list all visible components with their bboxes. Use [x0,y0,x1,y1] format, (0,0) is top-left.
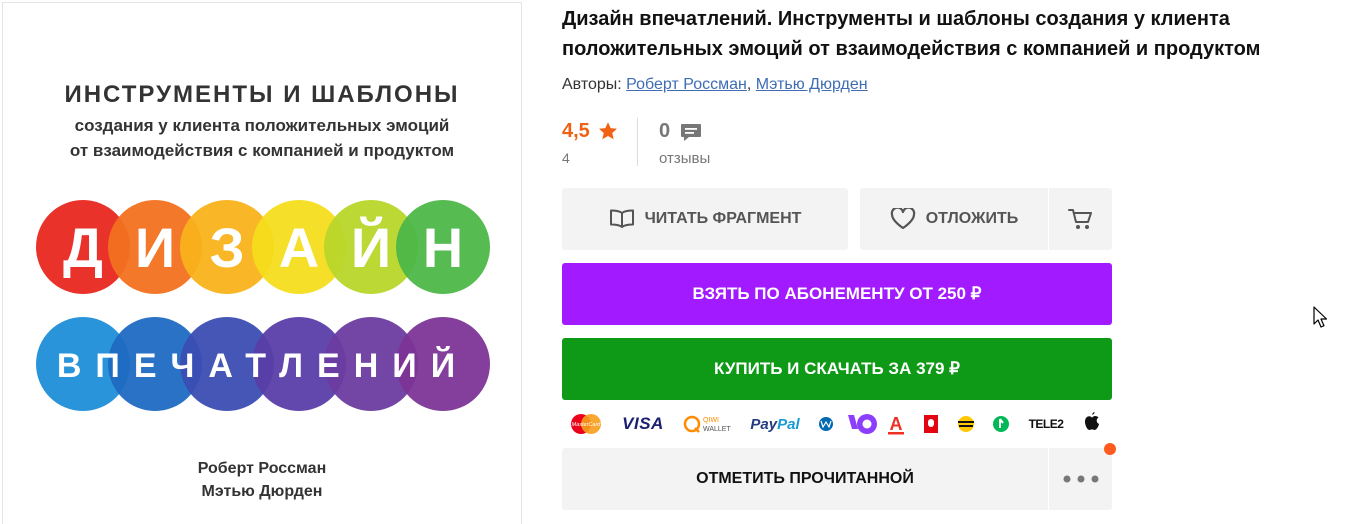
cover-word2: ВПЕЧАТЛЕНИЙ [57,346,469,385]
mts-icon [924,415,938,433]
cover-word1-letter: З [209,216,244,279]
cover-word1-letter: Н [423,216,463,279]
notification-dot [1104,443,1116,455]
cover-art: ДИЗАЙН ВПЕЧАТЛЕНИЙ [36,200,490,411]
book-cover[interactable]: ИНСТРУМЕНТЫ И ШАБЛОНЫ создания у клиента… [2,2,522,524]
qiwi-line2: WALLET [703,426,731,433]
yumoney-icon [848,414,877,434]
cart-icon [1067,209,1092,229]
alfa-bank-icon: А [888,414,904,435]
book-title: Дизайн впечатлений. Инструменты и шаблон… [562,8,1261,60]
megafon-icon [993,416,1009,432]
add-to-cart-button[interactable] [1049,188,1112,250]
tele2-icon: TELE2 [1028,417,1064,431]
cover-author2: Мэтью Дюрден [201,483,323,500]
cover-word1-letter: И [135,216,175,279]
cover-subtitle-line2: от взаимодействия с компанией и продукто… [69,141,455,160]
read-fragment-label: ЧИТАТЬ ФРАГМЕНТ [644,210,802,227]
authors-label: Авторы: [562,76,622,93]
paypal-pal: Pal [777,415,800,433]
mouse-cursor-icon [1313,306,1327,328]
reviews-label[interactable]: отзывы [659,150,710,167]
cover-heading: ИНСТРУМЕНТЫ И ШАБЛОНЫ [64,81,460,108]
cover-subtitle-line1: создания у клиента положительных эмоций [74,116,450,135]
cover-word1-letter: Й [351,216,391,279]
wishlist-label: ОТЛОЖИТЬ [925,210,1019,227]
cover-word1-letter: Д [63,216,103,279]
qiwi-icon: QIWI WALLET [683,415,731,433]
mastercard-icon: MasterCard [571,414,602,434]
qiwi-line1: QIWI [703,417,719,424]
apple-icon [1085,412,1099,430]
author-separator: , [746,76,752,93]
alfa-letter: А [890,414,903,434]
star-icon [599,122,617,140]
cover-word1-letter: А [279,216,319,279]
mark-as-read-button[interactable]: ОТМЕТИТЬ ПРОЧИТАННОЙ [562,448,1048,510]
more-dots-icon [1063,475,1098,483]
rating-value: 4,5 [562,120,590,142]
paypal-pay: Pay [750,415,778,433]
reviews-count[interactable]: 0 [659,120,670,143]
cover-word2-text: ВПЕЧАТЛЕНИЙ [57,346,469,385]
comment-icon[interactable] [680,123,702,143]
rating-count: 4 [562,150,570,166]
rating-divider [637,118,638,166]
book-open-icon [609,209,634,228]
heart-icon [890,208,915,230]
author-link-1[interactable]: Роберт Россман [626,76,747,93]
wishlist-button[interactable]: ОТЛОЖИТЬ [860,188,1048,250]
authors-line: Авторы: Роберт Россман, Мэтью Дюрден [562,76,868,94]
beeline-icon [958,416,974,432]
read-fragment-button[interactable]: ЧИТАТЬ ФРАГМЕНТ [562,188,848,250]
visa-icon: VISA [622,414,664,433]
subscribe-button[interactable]: ВЗЯТЬ ПО АБОНЕМЕНТУ ОТ 250 ₽ [562,263,1112,325]
mastercard-text: MasterCard [572,422,602,428]
cover-author1: Роберт Россман [197,460,327,477]
buy-button[interactable]: КУПИТЬ И СКАЧАТЬ ЗА 379 ₽ [562,338,1112,400]
paypal-icon: Pay Pal [748,410,802,438]
webmoney-icon [819,417,833,431]
author-link-2[interactable]: Мэтью Дюрден [756,76,868,93]
more-options-button[interactable] [1049,448,1112,510]
